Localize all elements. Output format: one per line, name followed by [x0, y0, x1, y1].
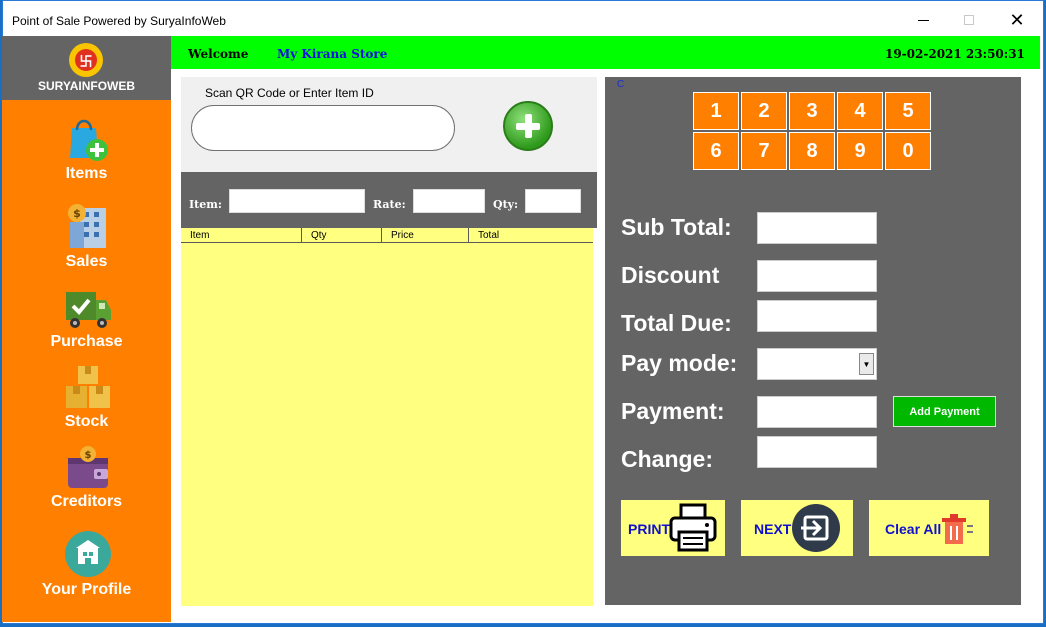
next-button[interactable]: NEXT	[741, 500, 853, 556]
column-header-total[interactable]: Total	[469, 228, 593, 243]
clear-all-button[interactable]: Clear All	[869, 500, 989, 556]
total-due-field[interactable]	[757, 300, 877, 332]
store-name: My Kirana Store	[277, 47, 388, 61]
item-field[interactable]	[229, 189, 365, 213]
sidebar-item-label: Purchase	[50, 333, 123, 350]
svg-text:$: $	[85, 450, 92, 461]
sub-total-label: Sub Total:	[621, 214, 732, 240]
shopping-bag-plus-icon	[70, 119, 108, 161]
scan-input[interactable]	[191, 105, 455, 151]
keypad-key-2[interactable]: 2	[741, 92, 787, 130]
store-profile-icon	[65, 531, 111, 577]
numeric-keypad: 1 2 3 4 5 6 7 8 9 0	[693, 92, 933, 172]
item-entry-bar: Item: Rate: Qty:	[181, 172, 597, 228]
print-label: PRINT	[628, 521, 670, 537]
column-header-qty[interactable]: Qty	[302, 228, 382, 243]
keypad-key-1[interactable]: 1	[693, 92, 739, 130]
sub-total-field[interactable]	[757, 212, 877, 244]
sidebar-item-creditors[interactable]: $ Creditors	[2, 442, 171, 522]
keypad-key-9[interactable]: 9	[837, 132, 883, 170]
datetime-display: 19-02-2021 23:50:31	[885, 47, 1025, 61]
clear-all-label: Clear All	[885, 521, 942, 537]
svg-text:$: $	[73, 207, 81, 220]
change-field[interactable]	[757, 436, 877, 468]
sidebar: 卐 SURYAINFOWEB Items $ Sales Purchase St…	[2, 36, 171, 622]
add-payment-button[interactable]: Add Payment	[893, 396, 996, 427]
close-icon: ✕	[1009, 9, 1025, 30]
sidebar-item-sales[interactable]: $ Sales	[2, 200, 171, 280]
column-header-price[interactable]: Price	[382, 228, 469, 243]
change-label: Change:	[621, 446, 713, 472]
keypad-key-4[interactable]: 4	[837, 92, 883, 130]
payment-label: Payment:	[621, 398, 725, 424]
pay-mode-select[interactable]: ▼	[757, 348, 877, 380]
wallet-icon: $	[68, 446, 108, 488]
scan-panel: Scan QR Code or Enter Item ID	[181, 77, 597, 172]
cart-header: Item Qty Price Total	[181, 228, 593, 243]
chevron-down-icon[interactable]: ▼	[859, 353, 874, 375]
total-due-label: Total Due:	[621, 310, 732, 336]
discount-field[interactable]	[757, 260, 877, 292]
pay-mode-label: Pay mode:	[621, 350, 738, 376]
minimize-icon	[917, 19, 929, 21]
sidebar-item-label: Your Profile	[41, 581, 132, 598]
sidebar-item-label: Items	[65, 165, 108, 182]
printer-icon	[669, 503, 717, 552]
brand-area: 卐 SURYAINFOWEB	[2, 36, 171, 100]
add-item-button[interactable]	[503, 101, 553, 151]
payment-field[interactable]	[757, 396, 877, 428]
sidebar-item-label: Stock	[64, 413, 109, 430]
panel-marker: C	[617, 79, 625, 90]
keypad-key-3[interactable]: 3	[789, 92, 835, 130]
close-button[interactable]: ✕	[994, 5, 1040, 35]
delivery-truck-icon	[66, 292, 111, 328]
rate-field[interactable]	[413, 189, 485, 213]
cart-list[interactable]: Item Qty Price Total	[181, 228, 593, 606]
sidebar-item-items[interactable]: Items	[2, 112, 171, 192]
checkout-panel: C 1 2 3 4 5 6 7 8 9 0 Sub Total: Discoun…	[605, 77, 1021, 605]
sidebar-item-purchase[interactable]: Purchase	[2, 282, 171, 362]
maximize-icon	[964, 15, 974, 25]
trash-icon	[942, 514, 973, 544]
item-label: Item:	[189, 198, 222, 211]
sidebar-item-label: Creditors	[50, 493, 123, 510]
brand-logo-icon: 卐	[69, 43, 103, 77]
print-button[interactable]: PRINT	[621, 500, 725, 556]
column-header-item[interactable]: Item	[181, 228, 302, 243]
sidebar-item-stock[interactable]: Stock	[2, 362, 171, 442]
sidebar-item-your-profile[interactable]: Your Profile	[2, 528, 171, 608]
window-title: Point of Sale Powered by SuryaInfoWeb	[12, 14, 226, 28]
title-bar: Point of Sale Powered by SuryaInfoWeb ✕	[3, 1, 1043, 38]
keypad-key-6[interactable]: 6	[693, 132, 739, 170]
next-label: NEXT	[754, 521, 792, 537]
qty-field[interactable]	[525, 189, 581, 213]
next-arrow-icon	[792, 504, 840, 552]
keypad-key-8[interactable]: 8	[789, 132, 835, 170]
rate-label: Rate:	[373, 198, 406, 211]
maximize-button[interactable]	[946, 5, 992, 35]
discount-label: Discount	[621, 262, 720, 288]
scan-label: Scan QR Code or Enter Item ID	[205, 86, 374, 100]
keypad-key-0[interactable]: 0	[885, 132, 931, 170]
sales-building-icon: $	[68, 204, 106, 248]
brand-name: SURYAINFOWEB	[37, 79, 136, 93]
minimize-button[interactable]	[900, 5, 946, 35]
welcome-text: Welcome	[188, 47, 249, 61]
keypad-key-5[interactable]: 5	[885, 92, 931, 130]
sidebar-item-label: Sales	[65, 253, 108, 270]
boxes-icon	[66, 366, 110, 408]
header-bar: Welcome My Kirana Store 19-02-2021 23:50…	[171, 36, 1040, 69]
keypad-key-7[interactable]: 7	[741, 132, 787, 170]
qty-label: Qty:	[493, 198, 519, 211]
